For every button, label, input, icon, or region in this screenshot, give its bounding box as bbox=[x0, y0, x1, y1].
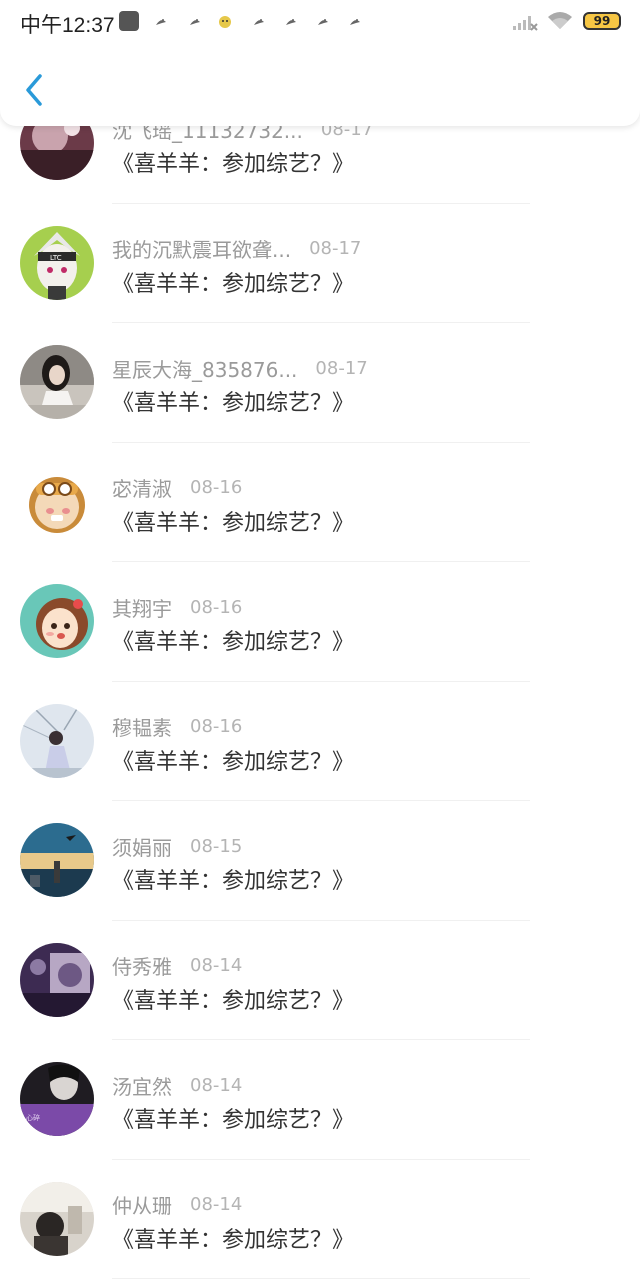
list-item[interactable]: 宓清淑 08-16 《喜羊羊：参加综艺？》 bbox=[0, 443, 640, 562]
item-date: 08-15 bbox=[190, 835, 243, 857]
avatar[interactable] bbox=[20, 584, 94, 658]
item-meta: 仲从珊 08-14 bbox=[112, 1191, 242, 1219]
divider bbox=[112, 1278, 530, 1279]
item-date: 08-17 bbox=[315, 357, 368, 379]
item-meta: 宓清淑 08-16 bbox=[112, 474, 242, 502]
avatar[interactable] bbox=[20, 823, 94, 897]
avatar[interactable] bbox=[20, 1181, 94, 1256]
status-bar: 中午12:37 99 bbox=[0, 0, 640, 44]
item-meta: 我的沉默震耳欲聋... 08-17 bbox=[112, 235, 361, 263]
list-item[interactable]: 侍秀雅 08-14 《喜羊羊：参加综艺？》 bbox=[0, 921, 640, 1040]
item-title[interactable]: 《喜羊羊：参加综艺？》 bbox=[112, 385, 354, 417]
item-title[interactable]: 《喜羊羊：参加综艺？》 bbox=[112, 1102, 354, 1134]
item-title[interactable]: 《喜羊羊：参加综艺？》 bbox=[112, 863, 354, 895]
comment-list[interactable]: 沈飞瑶_11132732... 08-17 《喜羊羊：参加综艺？》 LTC 我的… bbox=[0, 84, 640, 1279]
item-meta: 星辰大海_835876... 08-17 bbox=[112, 354, 368, 382]
list-item[interactable]: 须娟丽 08-15 《喜羊羊：参加综艺？》 bbox=[0, 801, 640, 921]
header: 中午12:37 99 bbox=[0, 0, 640, 126]
list-item[interactable]: LTC 我的沉默震耳欲聋... 08-17 《喜羊羊：参加综艺？》 bbox=[0, 204, 640, 323]
item-title[interactable]: 《喜羊羊：参加综艺？》 bbox=[112, 505, 354, 537]
svg-text:LTC: LTC bbox=[50, 254, 62, 262]
item-date: 08-16 bbox=[190, 477, 243, 498]
battery-indicator: 99 bbox=[583, 12, 621, 30]
avatar[interactable] bbox=[20, 345, 94, 419]
list-item[interactable]: 心碎 汤宜然 08-14 《喜羊羊：参加综艺？》 bbox=[0, 1040, 640, 1160]
item-meta: 须娟丽 08-15 bbox=[112, 832, 242, 860]
bird-icon bbox=[348, 14, 362, 33]
user-name[interactable]: 穆韫素 bbox=[112, 712, 172, 741]
item-date: 08-17 bbox=[309, 238, 362, 259]
item-date: 08-14 bbox=[190, 1194, 243, 1215]
item-meta: 侍秀雅 08-14 bbox=[112, 952, 242, 980]
user-name[interactable]: 其翔宇 bbox=[112, 593, 172, 622]
list-item[interactable]: 仲从珊 08-14 《喜羊羊：参加综艺？》 bbox=[0, 1160, 640, 1279]
avatar[interactable] bbox=[20, 942, 94, 1017]
item-date: 08-16 bbox=[190, 596, 243, 618]
avatar[interactable]: LTC bbox=[20, 225, 94, 300]
back-chevron-icon[interactable] bbox=[18, 68, 54, 112]
item-title[interactable]: 《喜羊羊：参加综艺？》 bbox=[112, 744, 354, 776]
item-meta: 其翔宇 08-16 bbox=[112, 593, 242, 621]
item-date: 08-14 bbox=[190, 1074, 243, 1096]
status-time: 中午12:37 bbox=[20, 14, 115, 37]
bird-icon bbox=[188, 14, 202, 33]
wifi-icon bbox=[547, 11, 573, 35]
item-date: 08-16 bbox=[190, 716, 243, 737]
bird-icon bbox=[284, 14, 298, 33]
user-name[interactable]: 汤宜然 bbox=[112, 1071, 172, 1100]
face-icon bbox=[218, 14, 232, 33]
bird-icon bbox=[154, 14, 168, 33]
item-meta: 穆韫素 08-16 bbox=[112, 713, 242, 741]
item-title[interactable]: 《喜羊羊：参加综艺？》 bbox=[112, 1222, 354, 1254]
user-name[interactable]: 侍秀雅 bbox=[112, 951, 172, 980]
item-title[interactable]: 《喜羊羊：参加综艺？》 bbox=[112, 983, 354, 1015]
user-name[interactable]: 须娟丽 bbox=[112, 832, 172, 861]
avatar[interactable] bbox=[20, 464, 94, 539]
list-item[interactable]: 星辰大海_835876... 08-17 《喜羊羊：参加综艺？》 bbox=[0, 323, 640, 443]
app-square-icon bbox=[118, 10, 140, 36]
avatar[interactable] bbox=[20, 703, 94, 778]
user-name[interactable]: 仲从珊 bbox=[112, 1190, 172, 1219]
user-name[interactable]: 宓清淑 bbox=[112, 473, 172, 502]
signal-off-icon bbox=[512, 12, 538, 36]
item-title[interactable]: 《喜羊羊：参加综艺？》 bbox=[112, 624, 354, 656]
user-name[interactable]: 我的沉默震耳欲聋... bbox=[112, 234, 291, 263]
item-title[interactable]: 《喜羊羊：参加综艺？》 bbox=[112, 266, 354, 298]
svg-text:心碎: 心碎 bbox=[26, 1113, 40, 1122]
user-name[interactable]: 星辰大海_835876... bbox=[112, 354, 297, 383]
list-item[interactable]: 其翔宇 08-16 《喜羊羊：参加综艺？》 bbox=[0, 562, 640, 682]
back-button[interactable] bbox=[18, 68, 54, 112]
item-meta: 汤宜然 08-14 bbox=[112, 1071, 242, 1099]
item-date: 08-14 bbox=[190, 955, 243, 976]
bird-icon bbox=[252, 14, 266, 33]
screen: 沈飞瑶_11132732... 08-17 《喜羊羊：参加综艺？》 LTC 我的… bbox=[0, 0, 640, 1280]
item-title[interactable]: 《喜羊羊：参加综艺？》 bbox=[112, 146, 354, 178]
avatar[interactable]: 心碎 bbox=[20, 1062, 94, 1136]
list-item[interactable]: 穆韫素 08-16 《喜羊羊：参加综艺？》 bbox=[0, 682, 640, 801]
bird-icon bbox=[316, 14, 330, 33]
